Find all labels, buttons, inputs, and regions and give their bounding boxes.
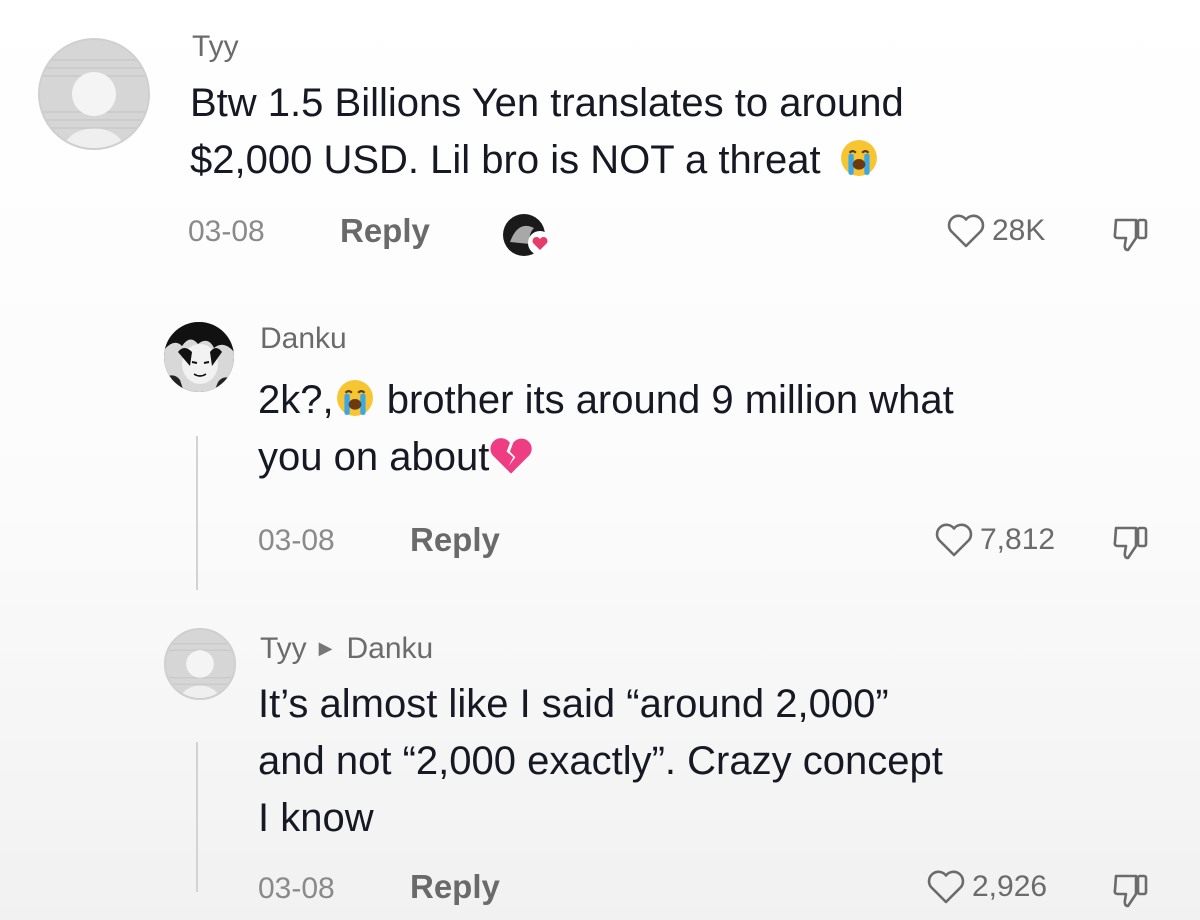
comment-text: 2k?, brother its around 9 million what y… [258, 372, 1188, 486]
comment-text-line-with-emoji: you on about [258, 429, 1188, 486]
comment-username-with-reply-target: Tyy ▶ Danku [260, 632, 433, 666]
like-button[interactable]: 2,926 [926, 868, 1047, 906]
reply-target-username[interactable]: Danku [347, 632, 434, 665]
comment-text-part: brother its around 9 million what [375, 378, 954, 422]
comment-text-line: It’s almost like I said “around 2,000” [258, 682, 889, 726]
default-avatar-icon [40, 40, 148, 148]
reply-arrow-icon: ▶ [318, 638, 333, 658]
comment-text-line: and not “2,000 exactly”. Crazy concept [258, 739, 943, 783]
dislike-button[interactable] [1110, 214, 1152, 259]
comment-text: Btw 1.5 Billions Yen translates to aroun… [190, 75, 1190, 189]
anime-avatar-icon [164, 322, 234, 392]
comment-username[interactable]: Danku [260, 322, 347, 356]
thread-line [196, 742, 198, 892]
reply-button[interactable]: Reply [410, 868, 500, 906]
comment-username[interactable]: Tyy [192, 30, 239, 64]
dislike-button[interactable] [1110, 870, 1152, 915]
comment-date: 03-08 [258, 524, 335, 557]
loudly-crying-face-emoji [840, 140, 877, 176]
thumbs-down-icon [1113, 874, 1148, 908]
reply-button[interactable]: Reply [340, 212, 430, 250]
creator-liked-badge-icon [500, 212, 552, 258]
like-button[interactable]: 28K [946, 212, 1045, 250]
heart-outline-icon [947, 214, 985, 248]
avatar[interactable] [164, 322, 234, 392]
like-count: 28K [992, 214, 1046, 247]
default-avatar-icon [166, 630, 234, 698]
dislike-button[interactable] [1110, 522, 1152, 567]
thumbs-down-icon [1113, 526, 1148, 560]
loudly-crying-face-emoji [336, 380, 373, 416]
thumbs-down-icon [1113, 218, 1148, 252]
broken-heart-emoji [490, 438, 532, 474]
avatar[interactable] [38, 38, 150, 150]
like-count: 2,926 [972, 870, 1048, 903]
heart-outline-icon [935, 523, 973, 557]
comment-username[interactable]: Tyy [260, 632, 307, 665]
comment-date: 03-08 [258, 872, 335, 905]
comment-text: It’s almost like I said “around 2,000” a… [258, 676, 1188, 847]
thread-line [196, 436, 198, 590]
comment-text-line: you on about [258, 435, 490, 479]
comment-text-line-with-emoji: 2k?, brother its around 9 million what [258, 372, 1188, 429]
comment-text-part: 2k?, [258, 378, 334, 422]
heart-outline-icon [927, 870, 965, 904]
avatar[interactable] [164, 628, 236, 700]
comment-text-line-with-emoji: $2,000 USD. Lil bro is NOT a threat [190, 132, 1190, 189]
reply-button[interactable]: Reply [410, 521, 500, 559]
comment-date: 03-08 [188, 215, 265, 248]
like-button[interactable]: 7,812 [934, 521, 1055, 559]
comment-text-line: Btw 1.5 Billions Yen translates to aroun… [190, 81, 904, 125]
comment-text-line: I know [258, 796, 374, 840]
comment-text-line: $2,000 USD. Lil bro is NOT a threat [190, 138, 821, 182]
like-count: 7,812 [980, 523, 1056, 556]
